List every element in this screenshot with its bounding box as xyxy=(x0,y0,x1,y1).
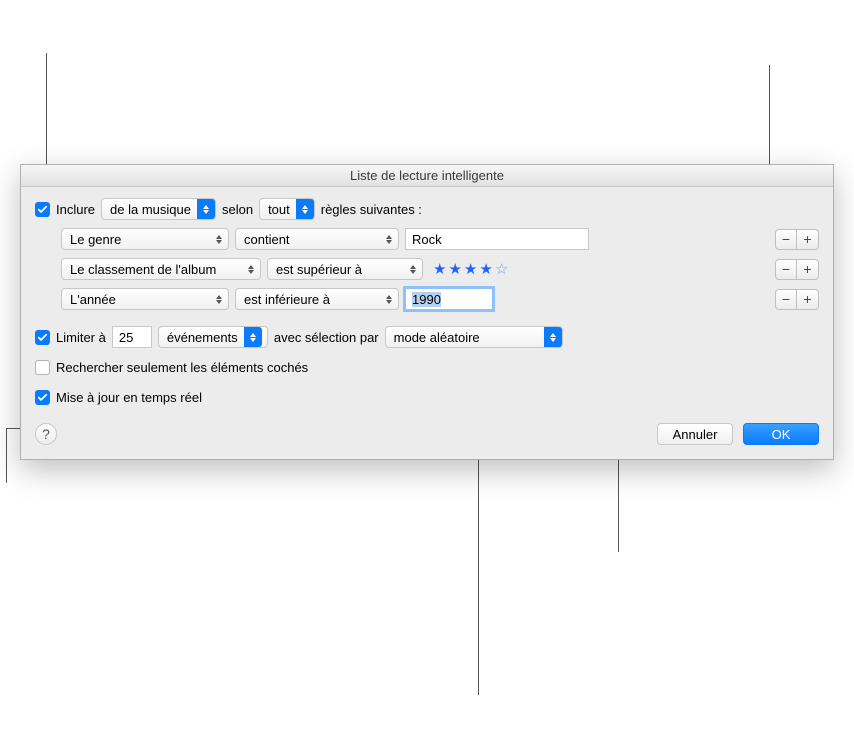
checked-only-row: Rechercher seulement les éléments cochés xyxy=(35,355,819,379)
chevron-up-down-icon xyxy=(404,259,422,279)
dialog-title: Liste de lecture intelligente xyxy=(21,165,833,187)
rule-value-input[interactable]: Rock xyxy=(405,228,589,250)
mode-popup[interactable]: tout xyxy=(259,198,315,220)
limit-mode-value: mode aléatoire xyxy=(394,330,544,345)
callout-leader xyxy=(6,428,7,483)
rule-field-popup[interactable]: Le genre xyxy=(61,228,229,250)
limit-row: Limiter à 25 événements avec sélection p… xyxy=(35,325,819,349)
rule-pm-group: − + xyxy=(775,259,819,280)
source-popup[interactable]: de la musique xyxy=(101,198,216,220)
dialog-actions: ? Annuler OK xyxy=(35,423,819,445)
rule-operator-value: est supérieur à xyxy=(276,262,404,277)
match-rule-row: Inclure de la musique selon tout règles … xyxy=(35,197,819,221)
cancel-button[interactable]: Annuler xyxy=(657,423,733,445)
star-icon xyxy=(479,262,492,277)
star-icon xyxy=(433,262,446,277)
rule-pm-group: − + xyxy=(775,229,819,250)
rule-field-popup[interactable]: Le classement de l'album xyxy=(61,258,261,280)
rule-operator-value: est inférieure à xyxy=(244,292,380,307)
live-update-checkbox[interactable] xyxy=(35,390,50,405)
rule-field-value: Le genre xyxy=(70,232,210,247)
help-icon: ? xyxy=(42,426,50,442)
by-label: selon xyxy=(222,202,253,217)
star-icon xyxy=(448,262,461,277)
remove-rule-button[interactable]: − xyxy=(775,259,797,280)
rule-field-value: Le classement de l'album xyxy=(70,262,242,277)
limit-count-input[interactable]: 25 xyxy=(112,326,152,348)
rule-operator-value: contient xyxy=(244,232,380,247)
rule-operator-popup[interactable]: contient xyxy=(235,228,399,250)
add-rule-button[interactable]: + xyxy=(797,229,819,250)
chevron-up-down-icon xyxy=(210,289,228,309)
checked-only-label: Rechercher seulement les éléments cochés xyxy=(56,360,308,375)
chevron-up-down-icon xyxy=(380,229,398,249)
rule-pm-group: − + xyxy=(775,289,819,310)
help-button[interactable]: ? xyxy=(35,423,57,445)
ok-button-label: OK xyxy=(772,427,791,442)
rule-value-text: 1990 xyxy=(412,292,441,307)
rule-operator-popup[interactable]: est inférieure à xyxy=(235,288,399,310)
plus-icon: + xyxy=(803,261,811,277)
source-popup-value: de la musique xyxy=(110,202,197,217)
ok-button[interactable]: OK xyxy=(743,423,819,445)
plus-icon: + xyxy=(803,231,811,247)
plus-icon: + xyxy=(803,291,811,307)
remove-rule-button[interactable]: − xyxy=(775,229,797,250)
suffix-label: règles suivantes : xyxy=(321,202,422,217)
rule-row: Le genre contient Rock − + xyxy=(35,227,819,251)
add-rule-button[interactable]: + xyxy=(797,289,819,310)
dialog-title-text: Liste de lecture intelligente xyxy=(350,168,504,183)
smart-playlist-dialog: Liste de lecture intelligente Inclure de… xyxy=(20,164,834,460)
chevron-up-down-icon xyxy=(296,199,314,219)
chevron-up-down-icon xyxy=(242,259,260,279)
chevron-up-down-icon xyxy=(544,327,562,347)
limit-label: Limiter à xyxy=(56,330,106,345)
minus-icon: − xyxy=(782,291,790,307)
cancel-button-label: Annuler xyxy=(673,427,718,442)
rule-operator-popup[interactable]: est supérieur à xyxy=(267,258,423,280)
checked-only-checkbox[interactable] xyxy=(35,360,50,375)
include-label: Inclure xyxy=(56,202,95,217)
limit-with-label: avec sélection par xyxy=(274,330,379,345)
dialog-content: Inclure de la musique selon tout règles … xyxy=(21,187,833,459)
chevron-up-down-icon xyxy=(244,327,262,347)
live-update-row: Mise à jour en temps réel xyxy=(35,385,819,409)
mode-popup-value: tout xyxy=(268,202,296,217)
star-icon xyxy=(464,262,477,277)
live-update-label: Mise à jour en temps réel xyxy=(56,390,202,405)
limit-mode-popup[interactable]: mode aléatoire xyxy=(385,326,563,348)
chevron-up-down-icon xyxy=(197,199,215,219)
chevron-up-down-icon xyxy=(210,229,228,249)
chevron-up-down-icon xyxy=(380,289,398,309)
limit-checkbox[interactable] xyxy=(35,330,50,345)
include-checkbox[interactable] xyxy=(35,202,50,217)
rule-field-value: L'année xyxy=(70,292,210,307)
rule-row: L'année est inférieure à 1990 − + xyxy=(35,287,819,311)
remove-rule-button[interactable]: − xyxy=(775,289,797,310)
limit-count-value: 25 xyxy=(119,330,133,345)
limit-unit-value: événements xyxy=(167,330,244,345)
minus-icon: − xyxy=(782,261,790,277)
add-rule-button[interactable]: + xyxy=(797,259,819,280)
rule-value-input[interactable]: 1990 xyxy=(405,288,493,310)
rule-value-text: Rock xyxy=(412,232,442,247)
annotated-screenshot: Liste de lecture intelligente Inclure de… xyxy=(0,0,854,745)
minus-icon: − xyxy=(782,231,790,247)
rule-value-stars[interactable] xyxy=(429,262,508,277)
star-icon xyxy=(495,262,508,277)
rule-field-popup[interactable]: L'année xyxy=(61,288,229,310)
rule-row: Le classement de l'album est supérieur à… xyxy=(35,257,819,281)
limit-unit-popup[interactable]: événements xyxy=(158,326,268,348)
